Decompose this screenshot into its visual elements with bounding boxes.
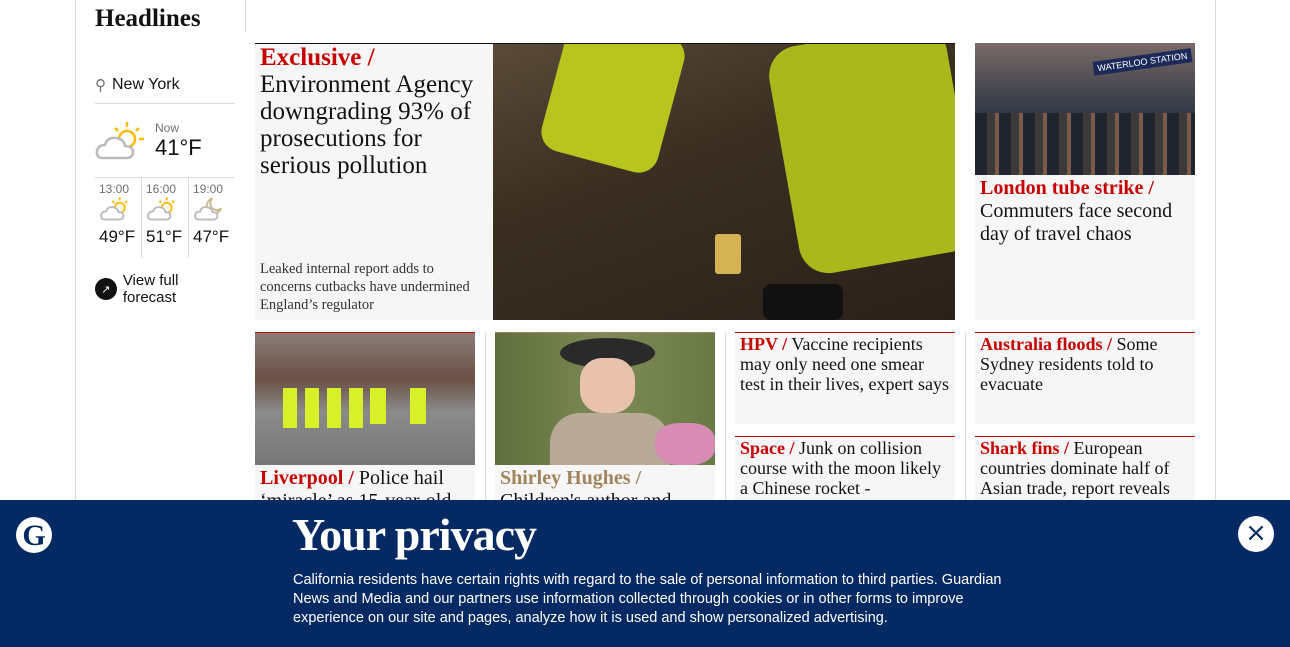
search-icon: ⚲ [95, 76, 106, 94]
external-link-icon: ↗ [95, 278, 117, 300]
sun-cloud-icon [100, 197, 128, 221]
story-kicker: Shirley Hughes / [500, 467, 642, 489]
story-image: WATERLOO STATION [975, 43, 1195, 175]
privacy-title: Your privacy [292, 509, 537, 560]
story-headline: Environment Agency downgrading 93% of pr… [260, 71, 474, 179]
divider [965, 332, 966, 502]
divider [245, 0, 246, 32]
close-icon: × [1245, 518, 1267, 548]
story-image [495, 333, 715, 465]
hour-temp: 47°F [193, 227, 230, 246]
privacy-banner: G Your privacy California residents have… [0, 500, 1290, 647]
story-kicker: Liverpool / [260, 467, 354, 489]
weather-widget: ⚲ New York Now 41°F 13:00 49°F 16:00 51°F… [95, 66, 235, 306]
hour-time: 13:00 [99, 182, 130, 196]
story-standfirst: Leaked internal report adds to concerns … [260, 261, 470, 313]
hour-forecast: 16:00 51°F [141, 178, 188, 258]
story-image [493, 44, 955, 320]
privacy-text: California residents have certain rights… [293, 572, 1002, 626]
station-sign: WATERLOO STATION [1092, 48, 1193, 76]
sun-cloud-icon [95, 121, 144, 159]
australia-floods-card[interactable]: Australia floods / Some Sydney residents… [975, 332, 1195, 424]
story-kicker: Shark fins / [980, 438, 1070, 458]
story-kicker: Exclusive / [260, 44, 375, 71]
story-image [255, 333, 475, 465]
space-card[interactable]: Space / Junk on collision course with th… [735, 436, 955, 502]
hour-forecast: 19:00 47°F [188, 178, 235, 258]
main-story-card[interactable]: Exclusive / Environment Agency downgradi… [255, 43, 955, 320]
shirley-hughes-card[interactable]: Shirley Hughes / Children's author and [495, 332, 715, 512]
section-title: Headlines [95, 5, 201, 32]
hour-time: 19:00 [193, 182, 224, 196]
close-button[interactable]: × [1238, 516, 1274, 552]
story-headline: Commuters face second day of travel chao… [980, 200, 1173, 245]
location-name: New York [112, 75, 180, 93]
current-weather: Now 41°F [95, 104, 235, 178]
hpv-card[interactable]: HPV / Vaccine recipients may only need o… [735, 332, 955, 424]
shark-fins-card[interactable]: Shark fins / European countries dominate… [975, 436, 1195, 502]
hour-temp: 49°F [99, 227, 136, 246]
divider [485, 332, 486, 502]
tube-strike-card[interactable]: WATERLOO STATION London tube strike / Co… [975, 43, 1195, 320]
story-kicker: London tube strike / [980, 177, 1154, 199]
location-search[interactable]: ⚲ New York [95, 66, 235, 104]
now-label: Now [155, 120, 180, 135]
guardian-logo: G [16, 517, 52, 553]
divider [725, 332, 726, 502]
hour-time: 16:00 [146, 182, 177, 196]
sun-cloud-icon [147, 197, 175, 221]
hour-temp: 51°F [146, 227, 183, 246]
hour-forecast: 13:00 49°F [95, 178, 141, 258]
story-kicker: Space / [740, 438, 795, 458]
forecast-label: View full forecast [122, 272, 179, 306]
story-kicker: HPV / [740, 334, 788, 354]
view-forecast-link[interactable]: ↗ View full forecast [95, 272, 235, 306]
moon-cloud-icon [194, 197, 223, 221]
story-kicker: Australia floods / [980, 334, 1113, 354]
now-temp: 41°F [155, 134, 202, 160]
liverpool-card[interactable]: Liverpool / Police hail ‘miracle’ as 15-… [255, 332, 475, 512]
